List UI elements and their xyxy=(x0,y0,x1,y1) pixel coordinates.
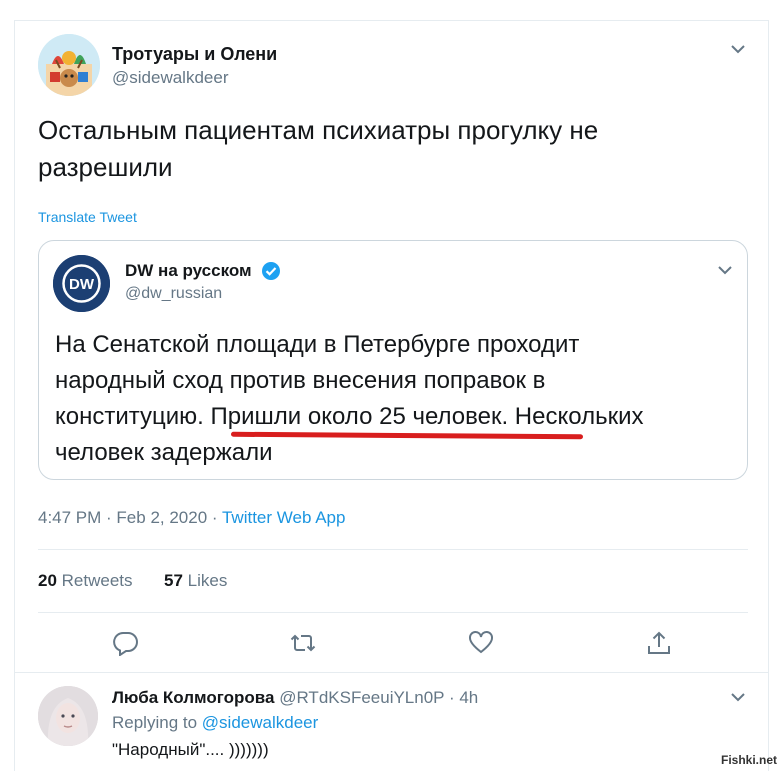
dw-logo-icon: DW xyxy=(53,255,110,312)
tweet-time[interactable]: 4:47 PM xyxy=(38,508,101,527)
meta-separator: · xyxy=(101,508,117,527)
user-portrait-icon xyxy=(38,686,98,746)
chevron-down-icon[interactable] xyxy=(730,692,746,702)
replying-to: Replying to @sidewalkdeer xyxy=(112,713,318,733)
quote-text-line: На Сенатской площади в Петербурге проход… xyxy=(55,331,580,358)
highlighted-text: Пришли около 25 человек. xyxy=(210,403,509,430)
meta-separator: · xyxy=(207,508,222,527)
frame-left-border xyxy=(14,20,15,771)
tweet-text-line: Остальным пациентам психиатры прогулку н… xyxy=(38,115,599,145)
author-name[interactable]: Тротуары и Олени xyxy=(112,44,277,65)
reply-header: Люба Колмогорова @RTdKSFeeuiYLn0P · 4h xyxy=(112,688,478,708)
quote-author-avatar[interactable]: DW xyxy=(53,255,110,312)
dw-logo-text: DW xyxy=(69,276,95,293)
author-avatar[interactable] xyxy=(38,34,100,96)
likes-label: Likes xyxy=(187,571,228,590)
tweet-stats: 20 Retweets 57 Likes xyxy=(38,571,227,591)
tweet-text-line: разрешили xyxy=(38,152,173,182)
quote-text-segment: Нескольких xyxy=(508,403,644,430)
author-handle[interactable]: @sidewalkdeer xyxy=(112,68,228,88)
retweets-count: 20 xyxy=(38,571,57,590)
heart-icon[interactable] xyxy=(468,630,494,656)
quote-author-handle[interactable]: @dw_russian xyxy=(125,285,222,303)
divider xyxy=(38,612,748,613)
quote-text: На Сенатской площади в Петербурге проход… xyxy=(55,327,741,471)
replying-to-label: Replying to xyxy=(112,713,198,732)
reply-author-avatar[interactable] xyxy=(38,686,98,746)
quote-author-name[interactable]: DW на русском xyxy=(125,261,252,281)
retweets-stat[interactable]: 20 Retweets xyxy=(38,571,133,590)
verified-badge-icon xyxy=(262,262,280,280)
tweet-date[interactable]: Feb 2, 2020 xyxy=(116,508,207,527)
likes-count: 57 xyxy=(164,571,183,590)
likes-stat[interactable]: 57 Likes xyxy=(164,571,227,590)
reply-time[interactable]: 4h xyxy=(459,688,478,707)
site-watermark: Fishki.net xyxy=(720,753,777,767)
translate-tweet-link[interactable]: Translate Tweet xyxy=(38,209,137,225)
top-border xyxy=(14,20,769,21)
kremlin-deer-avatar-icon xyxy=(38,34,100,96)
quote-text-line: конституцию. Пришли около 25 человек. Не… xyxy=(55,399,741,435)
quote-text-line: народный сход против внесения поправок в xyxy=(55,367,546,394)
tweet-source-app[interactable]: Twitter Web App xyxy=(222,508,345,527)
divider xyxy=(14,672,769,673)
retweets-label: Retweets xyxy=(61,571,133,590)
reply-text: "Народный".... ))))))) xyxy=(112,740,269,759)
retweet-icon[interactable] xyxy=(290,630,316,656)
divider xyxy=(38,549,748,550)
quoted-tweet-card[interactable]: DW DW на русском @dw_russian На Сенатско… xyxy=(38,240,748,480)
reply-icon[interactable] xyxy=(113,630,139,656)
share-icon[interactable] xyxy=(646,630,672,656)
reply-separator: · xyxy=(444,688,460,707)
reply-author-handle[interactable]: @RTdKSFeeuiYLn0P xyxy=(279,688,444,707)
reply-author-name[interactable]: Люба Колмогорова xyxy=(112,688,274,707)
replying-to-handle[interactable]: @sidewalkdeer xyxy=(202,713,318,732)
tweet-text: Остальным пациентам психиатры прогулку н… xyxy=(38,112,738,186)
quote-text-segment: конституцию. xyxy=(55,403,211,430)
quote-text-line: человек задержали xyxy=(55,439,273,466)
tweet-meta: 4:47 PM · Feb 2, 2020 · Twitter Web App xyxy=(38,508,345,528)
chevron-down-icon[interactable] xyxy=(730,44,746,54)
chevron-down-icon[interactable] xyxy=(717,265,733,275)
frame-right-border xyxy=(768,20,769,771)
